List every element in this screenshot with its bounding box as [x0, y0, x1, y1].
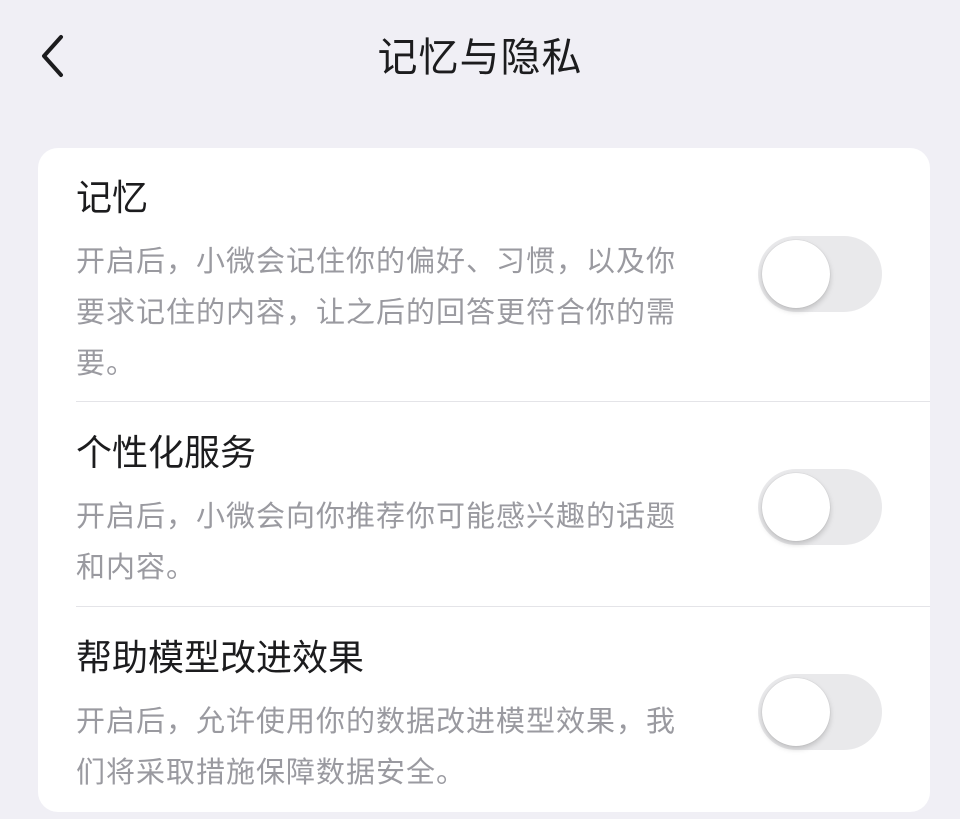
memory-privacy-page: 记忆与隐私 记忆 开启后，小微会记住你的偏好、习惯，以及你要求记住的内容，让之后… — [0, 0, 960, 819]
settings-card: 记忆 开启后，小微会记住你的偏好、习惯，以及你要求记住的内容，让之后的回答更符合… — [38, 148, 930, 812]
setting-description: 开启后，小微会记住你的偏好、习惯，以及你要求记住的内容，让之后的回答更符合你的需… — [76, 244, 677, 380]
setting-row-personalized-service: 个性化服务 开启后，小微会向你推荐你可能感兴趣的话题和内容。 — [38, 401, 930, 606]
setting-title: 记忆 — [76, 178, 149, 219]
setting-description: 开启后，允许使用你的数据改进模型效果，我们将采取措施保障数据安全。 — [76, 704, 677, 789]
setting-description: 开启后，小微会向你推荐你可能感兴趣的话题和内容。 — [76, 499, 677, 584]
navigation-bar: 记忆与隐私 — [0, 0, 960, 120]
setting-title: 个性化服务 — [76, 433, 257, 474]
personalized-service-toggle[interactable] — [758, 469, 882, 545]
page-title: 记忆与隐私 — [377, 35, 583, 81]
model-improvement-toggle[interactable] — [758, 674, 882, 750]
toggle-knob — [762, 473, 830, 541]
toggle-knob — [762, 240, 830, 308]
memory-toggle[interactable] — [758, 236, 882, 312]
setting-title: 帮助模型改进效果 — [76, 638, 365, 679]
setting-row-model-improvement: 帮助模型改进效果 开启后，允许使用你的数据改进模型效果，我们将采取措施保障数据安… — [38, 606, 930, 812]
toggle-knob — [762, 678, 830, 746]
setting-row-memory: 记忆 开启后，小微会记住你的偏好、习惯，以及你要求记住的内容，让之后的回答更符合… — [38, 148, 930, 401]
